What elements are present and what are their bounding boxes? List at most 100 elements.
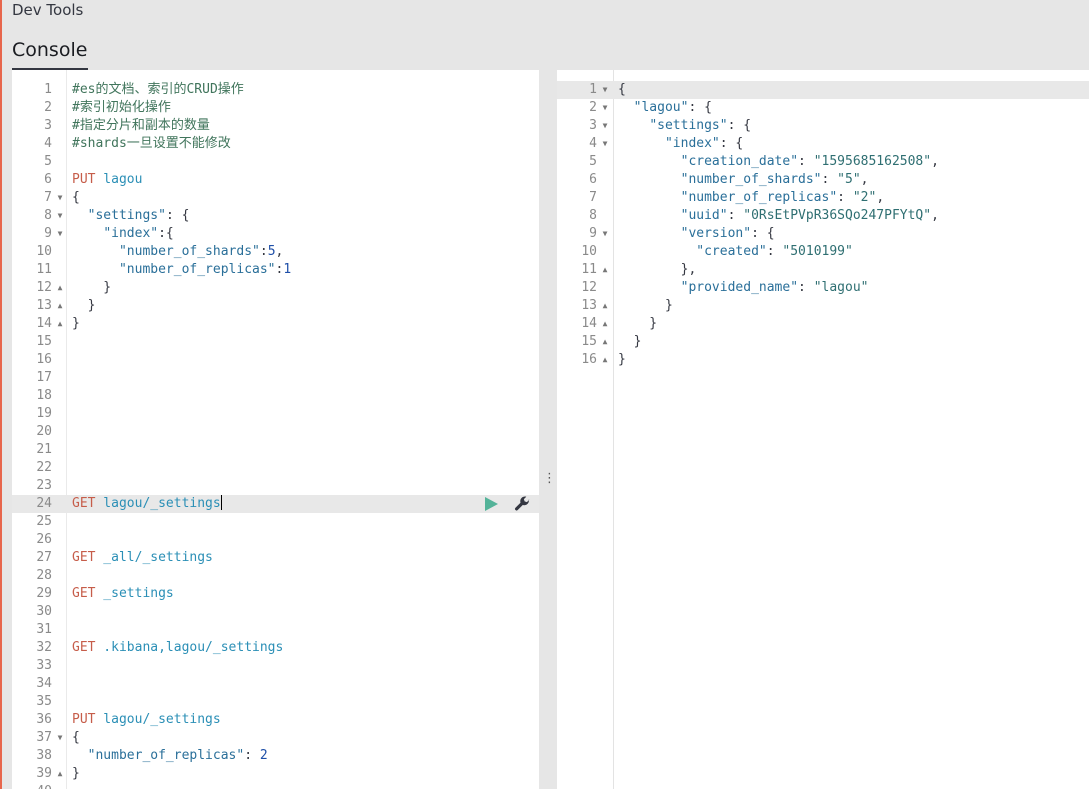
tab-console[interactable]: Console [12,37,87,63]
fold-caret-down-icon[interactable]: ▼ [55,225,65,243]
fold-caret-down-icon[interactable]: ▼ [600,99,610,117]
code-token-punct [72,262,119,277]
fold-caret-up-icon[interactable]: ▲ [600,315,610,333]
fold-caret-down-icon[interactable]: ▼ [600,117,610,135]
editor-line[interactable]: 28 [12,567,539,585]
editor-line[interactable]: 19 [12,405,539,423]
line-number: 17 [36,370,52,385]
code-text: PUT lagou [72,171,142,189]
editor-line[interactable]: 7 ▼ { [12,189,539,207]
code-token-punct: : [798,154,814,169]
editor-line[interactable]: 5 [12,153,539,171]
output-line: 6 "number_of_shards": "5", [557,171,1089,189]
fold-caret-down-icon[interactable]: ▼ [55,729,65,747]
editor-line[interactable]: 8 ▼ "settings": { [12,207,539,225]
code-text: "lagou": { [618,99,712,117]
fold-caret-down-icon[interactable]: ▼ [600,225,610,243]
fold-caret-up-icon[interactable]: ▲ [55,297,65,315]
output-line: 5 "creation_date": "1595685162508", [557,153,1089,171]
wrench-icon[interactable] [513,495,531,513]
code-token-punct: : [837,190,853,205]
editor-line[interactable]: 1 #es的文档、索引的CRUD操作 [12,81,539,99]
code-token-punct: } [72,316,80,331]
line-number: 14 [581,316,597,331]
fold-caret-up-icon[interactable]: ▲ [600,351,610,369]
editor-line[interactable]: 38 "number_of_replicas": 2 [12,747,539,765]
fold-caret-up-icon[interactable]: ▲ [55,315,65,333]
code-token-punct: : [821,172,838,187]
editor-line[interactable]: 34 [12,675,539,693]
editor-line[interactable]: 25 [12,513,539,531]
fold-caret-up-icon[interactable]: ▲ [55,279,65,297]
code-token-num: 5 [267,244,276,259]
code-text: "index":{ [72,225,173,243]
code-token-str: "lagou" [813,280,869,295]
editor-line[interactable]: 20 [12,423,539,441]
fold-caret-up-icon[interactable]: ▲ [55,765,65,783]
code-token-key: "index" [103,226,159,241]
editor-line[interactable]: 35 [12,693,539,711]
request-editor[interactable]: 1 #es的文档、索引的CRUD操作 2 #索引初始化操作 3 #指定分片和副本的数量 4 #… [12,70,539,789]
editor-line[interactable]: 6 PUT lagou [12,171,539,189]
line-number: 21 [36,442,52,457]
editor-line[interactable]: 36 PUT lagou/_settings [12,711,539,729]
editor-line[interactable]: 16 [12,351,539,369]
editor-line[interactable]: 32 GET .kibana,lagou/_settings [12,639,539,657]
editor-line[interactable]: 10 "number_of_shards":5, [12,243,539,261]
line-number: 23 [36,478,52,493]
editor-line[interactable]: 2 #索引初始化操作 [12,99,539,117]
code-token-put: PUT [72,172,96,187]
fold-caret-up-icon[interactable]: ▲ [600,333,610,351]
editor-line[interactable]: 14 ▲} [12,315,539,333]
fold-caret-down-icon[interactable]: ▼ [55,189,65,207]
editor-line[interactable]: 31 [12,621,539,639]
line-number: 7 [44,190,52,205]
editor-line[interactable]: 15 [12,333,539,351]
vertical-ellipsis-icon[interactable]: ⋮ [543,470,556,488]
editor-line[interactable]: 26 [12,531,539,549]
fold-caret-down-icon[interactable]: ▼ [55,207,65,225]
editor-line[interactable]: 21 [12,441,539,459]
editor-line[interactable]: 4 #shards一旦设置不能修改 [12,135,539,153]
line-number: 29 [36,586,52,601]
fold-caret-up-icon[interactable]: ▲ [600,261,610,279]
code-text: "number_of_replicas":1 [72,261,291,279]
editor-line[interactable]: 24 GET lagou/_settings [12,495,539,513]
code-token-key: "uuid" [680,208,728,223]
fold-caret-down-icon[interactable]: ▼ [600,81,610,99]
editor-line[interactable]: 23 [12,477,539,495]
line-number: 26 [36,532,52,547]
output-line: 9 ▼ "version": { [557,225,1089,243]
line-number: 37 [36,730,52,745]
line-number: 33 [36,658,52,673]
editor-line[interactable]: 39 ▲} [12,765,539,783]
editor-line[interactable]: 12 ▲ } [12,279,539,297]
fold-caret-up-icon[interactable]: ▲ [600,297,610,315]
code-text: "provided_name": "lagou" [618,279,869,297]
code-text: "created": "5010199" [618,243,853,261]
editor-line[interactable]: 3 #指定分片和副本的数量 [12,117,539,135]
editor-line[interactable]: 30 [12,603,539,621]
editor-line[interactable]: 40 [12,783,539,789]
code-text: "number_of_replicas": 2 [72,747,268,765]
code-token-comment: #shards一旦设置不能修改 [72,136,231,151]
editor-line[interactable]: 9 ▼ "index":{ [12,225,539,243]
code-text: #shards一旦设置不能修改 [72,135,231,153]
editor-line[interactable]: 37 ▼ { [12,729,539,747]
editor-line[interactable]: 17 [12,369,539,387]
editor-line[interactable]: 13 ▲ } [12,297,539,315]
line-number: 36 [36,712,52,727]
editor-line[interactable]: 33 [12,657,539,675]
play-icon[interactable] [485,497,498,511]
line-number: 19 [36,406,52,421]
pane-resizer[interactable]: ⋮ [539,70,557,789]
editor-line[interactable]: 11 "number_of_replicas":1 [12,261,539,279]
fold-caret-down-icon[interactable]: ▼ [600,135,610,153]
editor-line[interactable]: 22 [12,459,539,477]
line-number: 35 [36,694,52,709]
editor-line[interactable]: 18 [12,387,539,405]
editor-line[interactable]: 29 GET _settings [12,585,539,603]
line-number: 10 [581,244,597,259]
editor-line[interactable]: 27 GET _all/_settings [12,549,539,567]
code-text: } [618,297,673,315]
